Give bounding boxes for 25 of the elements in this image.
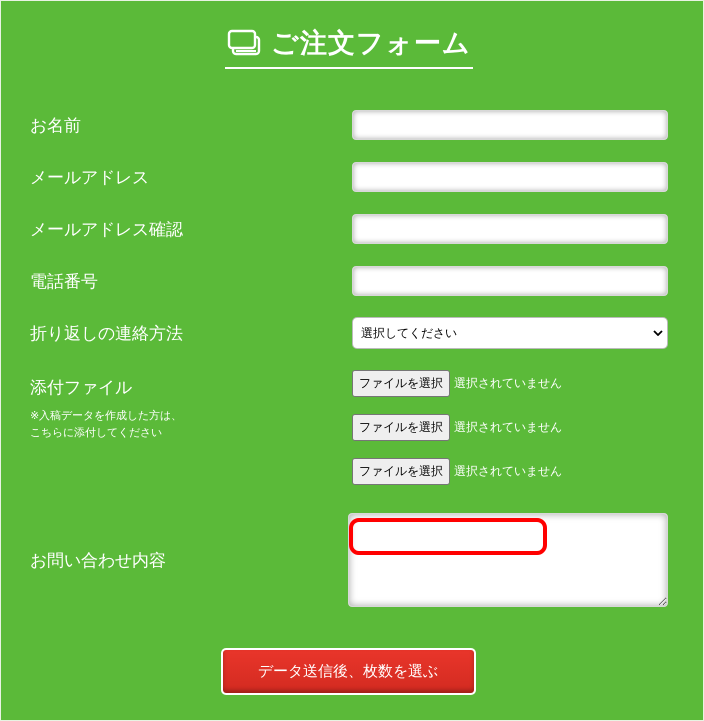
form-title: ご注文フォーム (271, 27, 471, 61)
input-field[interactable] (352, 162, 668, 192)
attachment-note: こちらに添付してください (30, 425, 162, 441)
attachment-note: ※入稿データを作成した方は、 (30, 408, 182, 424)
field-label: メールアドレス (30, 166, 149, 188)
field-label: お名前 (30, 114, 81, 136)
file-status: 選択されていません (454, 375, 562, 392)
chevron-down-icon (653, 330, 663, 336)
field-label: お問い合わせ内容 (30, 550, 166, 572)
input-field[interactable] (352, 266, 668, 296)
choose-file-button[interactable]: ファイルを選択 (352, 458, 450, 485)
field-label: 折り返しの連絡方法 (30, 322, 183, 344)
input-field[interactable] (352, 214, 668, 244)
input-field[interactable] (352, 110, 668, 140)
field-label: 添付ファイル (30, 377, 133, 399)
field-label: メールアドレス確認 (30, 218, 183, 240)
field-label: 電話番号 (30, 270, 98, 292)
cards-icon (227, 29, 261, 57)
submit-button[interactable]: データ送信後、枚数を選ぶ (220, 648, 476, 695)
choose-file-button[interactable]: ファイルを選択 (352, 370, 450, 397)
file-status: 選択されていません (454, 419, 562, 436)
file-status: 選択されていません (454, 463, 562, 480)
choose-file-button[interactable]: ファイルを選択 (352, 414, 450, 441)
message-field[interactable] (348, 513, 668, 607)
contact-method-dropdown[interactable]: 選択してください (352, 317, 668, 349)
